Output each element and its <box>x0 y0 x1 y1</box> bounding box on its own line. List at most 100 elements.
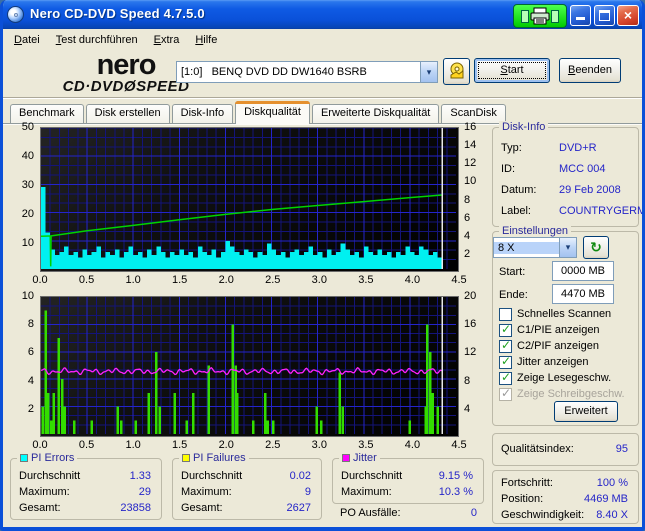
start-field-label: Start: <box>499 266 526 278</box>
pi-failures-box: PI Failures Durchschnitt 0.02 Maximum: 9 G… <box>172 452 322 520</box>
menu-extra[interactable]: Extra <box>146 31 188 49</box>
disk-datum-label: Datum: <box>501 184 537 196</box>
menu-bar: Datei Test durchführen Extra Hilfe <box>3 29 642 51</box>
menu-test-durchfuehren[interactable]: Test durchführen <box>48 31 146 49</box>
checkbox-box[interactable]: ✓ <box>499 308 512 321</box>
close-button[interactable]: × <box>617 5 639 26</box>
settings-title: Einstellungen <box>499 225 572 237</box>
hand-disc-icon <box>450 62 463 79</box>
speed-select[interactable]: 8 X ▾ <box>493 237 577 258</box>
page-icon <box>551 9 559 23</box>
stat-value: 9.15 % <box>438 470 473 482</box>
stat-value: 0.02 <box>289 470 311 482</box>
stat-value: 29 <box>138 486 151 498</box>
stat-label: Maximum: <box>19 486 70 498</box>
refresh-button[interactable]: ↻ <box>583 236 609 259</box>
disk-typ-value: DVD+R <box>559 142 597 154</box>
stat-label: Maximum: <box>181 486 232 498</box>
jitter-legend-swatch <box>342 454 350 462</box>
stat-label: Durchschnitt <box>19 470 81 482</box>
position-value: 4469 MB <box>583 493 628 505</box>
drive-select-value: [1:0] BENQ DVD DD DW1640 BSRB <box>181 66 367 78</box>
tab-strip: Benchmark Disk erstellen Disk-Info Diskq… <box>10 101 508 124</box>
toolbar-separator <box>3 97 642 99</box>
disk-label-label: Label: <box>501 205 531 217</box>
tab-disk-erstellen[interactable]: Disk erstellen <box>85 104 170 124</box>
drive-select[interactable]: [1:0] BENQ DVD DD DW1640 BSRB ▾ <box>176 61 438 83</box>
stat-value: 23858 <box>120 502 151 514</box>
po-failures-value: 0 <box>470 507 477 519</box>
stat-label: Maximum: <box>341 486 392 498</box>
quality-index-label: Qualitätsindex: <box>501 443 574 455</box>
minimize-button[interactable] <box>570 5 591 26</box>
chart2-left-axis: 10 8 6 4 2 <box>21 290 34 415</box>
pi-errors-title: PI Errors <box>31 452 75 464</box>
check-icon: ✓ <box>501 386 512 400</box>
fortschritt-value: 100 % <box>596 477 628 489</box>
app-window: Nero CD-DVD Speed 4.7.5.0 × Datei Test d… <box>0 0 645 531</box>
pi-errors-box: PI Errors Durchschnitt 1.33 Maximum: 29 Ge… <box>10 452 162 520</box>
window-title: Nero CD-DVD Speed 4.7.5.0 <box>30 6 205 21</box>
quality-index-value: 95 <box>615 443 628 455</box>
tab-disk-info[interactable]: Disk-Info <box>171 104 234 124</box>
disk-datum-value: 29 Feb 2008 <box>559 184 621 196</box>
maximize-button[interactable] <box>594 5 615 26</box>
menu-datei[interactable]: Datei <box>6 31 48 49</box>
checkbox-box[interactable]: ✓ <box>499 370 512 385</box>
print-button[interactable] <box>513 4 567 28</box>
disk-id-value: MCC 004 <box>559 163 606 175</box>
tab-erweiterte-diskqualitaet[interactable]: Erweiterte Diskqualität <box>311 104 440 124</box>
app-icon <box>7 6 24 23</box>
chevron-down-icon[interactable]: ▾ <box>559 238 576 257</box>
jitter-title: Jitter <box>353 452 377 464</box>
geschwindigkeit-value: 8.40 X <box>596 509 628 521</box>
ende-field[interactable]: 4470 MB <box>552 284 614 304</box>
quality-index-box: Qualitätsindex: 95 <box>492 433 639 466</box>
stat-value: 2627 <box>286 502 311 514</box>
stat-label: Gesamt: <box>19 502 61 514</box>
position-label: Position: <box>501 493 544 505</box>
check-icon: ✓ <box>501 338 512 352</box>
disc-icon: Ø <box>123 78 137 95</box>
jitter-box: Jitter Durchschnitt 9.15 % Maximum: 10.3 % <box>332 452 484 504</box>
stat-value: 1.33 <box>129 470 151 482</box>
start-field[interactable]: 0000 MB <box>552 261 614 281</box>
checkbox-box[interactable]: ✓ <box>499 322 512 337</box>
erweitert-button[interactable]: Erweitert <box>554 401 618 422</box>
chart1-left-axis: 50 40 30 20 10 <box>21 121 34 249</box>
chart2-right-axis: 20 16 12 8 4 <box>464 290 477 415</box>
progress-box: Fortschritt: 100 % Position: 4469 MB Gesch… <box>492 470 639 524</box>
disk-typ-label: Typ: <box>501 142 522 154</box>
stat-value: 10.3 % <box>438 486 473 498</box>
menu-hilfe[interactable]: Hilfe <box>187 31 225 49</box>
stat-label: Durchschnitt <box>341 470 403 482</box>
disk-label-value: COUNTRYGERM <box>559 205 645 217</box>
ende-field-label: Ende: <box>499 289 528 301</box>
checkbox-box[interactable]: ✓ <box>499 386 512 401</box>
close-icon: × <box>623 7 633 23</box>
check-icon: ✓ <box>501 370 512 384</box>
chart2-plot <box>40 296 459 437</box>
stat-label: Gesamt: <box>181 502 223 514</box>
stat-label: Durchschnitt <box>181 470 243 482</box>
fortschritt-label: Fortschritt: <box>501 477 553 489</box>
checkbox-box[interactable]: ✓ <box>499 338 512 353</box>
po-failures-label: PO Ausfälle: <box>340 507 401 519</box>
beenden-button[interactable]: Beenden <box>559 58 621 83</box>
disk-info-title: Disk-Info <box>499 121 549 133</box>
pi-failures-legend-swatch <box>182 454 190 462</box>
chart1-plot <box>40 127 459 272</box>
po-failures-row: PO Ausfälle: 0 <box>336 507 483 521</box>
check-icon: ✓ <box>501 322 512 336</box>
chevron-down-icon[interactable]: ▾ <box>420 62 437 82</box>
chart1-right-axis: 16 14 12 10 8 6 4 2 <box>464 121 477 260</box>
document-icon <box>521 9 529 23</box>
title-bar: Nero CD-DVD Speed 4.7.5.0 × <box>3 0 642 29</box>
pi-errors-legend-swatch <box>20 454 28 462</box>
checkbox-box[interactable]: ✓ <box>499 354 512 369</box>
start-button[interactable]: Start <box>474 58 550 83</box>
tab-diskqualitaet[interactable]: Diskqualität <box>235 101 310 124</box>
printer-icon <box>530 7 550 25</box>
disk-info-box: Disk-Info Typ: DVD+R ID: MCC 004 Datum: 29 … <box>492 121 642 227</box>
eject-disc-button[interactable] <box>443 58 470 85</box>
